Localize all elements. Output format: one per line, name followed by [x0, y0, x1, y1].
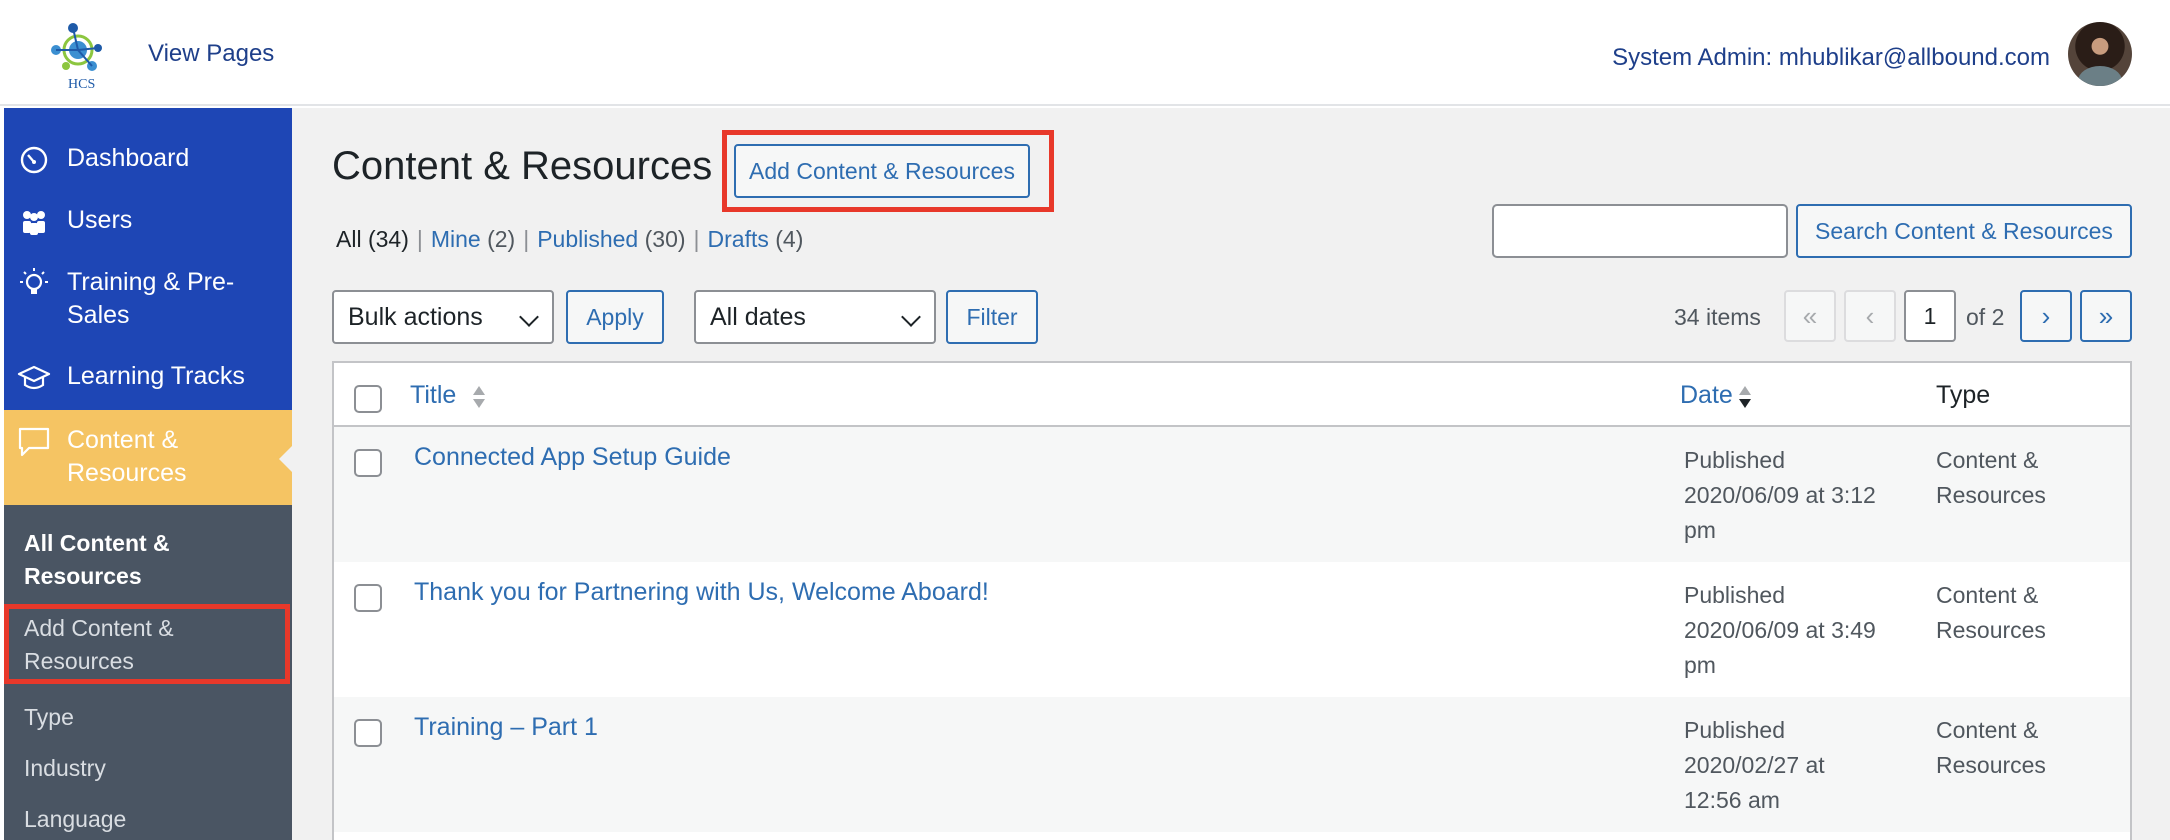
search-input[interactable]	[1492, 204, 1788, 258]
view-drafts[interactable]: Drafts	[708, 226, 769, 252]
submenu-language[interactable]: Language	[24, 803, 126, 836]
row-date: Published 2020/06/09 at 3:12 pm	[1684, 447, 1876, 543]
view-mine[interactable]: Mine	[431, 226, 481, 252]
sidebar-item-content-resources[interactable]: Content & Resources	[4, 410, 292, 506]
prev-page-button: ‹	[1844, 290, 1896, 342]
submenu-all-content[interactable]: All Content & Resources	[24, 527, 224, 593]
row-title-link[interactable]: Training – Part 1	[414, 713, 598, 742]
admin-sidebar: Dashboard Users Training & Pre-Sales Lea…	[4, 108, 292, 840]
avatar[interactable]	[2068, 22, 2132, 86]
row-date: Published 2020/02/27 at 12:56 am	[1684, 717, 1825, 813]
row-title-link[interactable]: Thank you for Partnering with Us, Welcom…	[414, 578, 989, 607]
chevron-down-icon	[901, 307, 921, 327]
row-checkbox[interactable]	[354, 719, 382, 747]
row-title-link[interactable]: Connected App Setup Guide	[414, 443, 731, 472]
top-bar: HCS View Pages System Admin: mhublikar@a…	[0, 0, 2170, 106]
view-published[interactable]: Published	[537, 226, 638, 252]
row-type: Content & Resources	[1936, 582, 2046, 643]
sidebar-item-label: Training & Pre-Sales	[67, 268, 235, 329]
sort-desc-icon	[1739, 386, 1751, 408]
sidebar-item-label: Content & Resources	[67, 426, 187, 487]
users-icon	[16, 204, 52, 240]
next-page-button[interactable]: ›	[2020, 290, 2072, 342]
items-count: 34 items	[1674, 304, 1761, 330]
sidebar-item-label: Learning Tracks	[67, 362, 245, 390]
sidebar-item-training[interactable]: Training & Pre-Sales	[4, 266, 292, 336]
row-checkbox[interactable]	[354, 449, 382, 477]
table-row: Connected App Setup Guide Published 2020/…	[334, 427, 2130, 562]
row-checkbox[interactable]	[354, 584, 382, 612]
search-button[interactable]: Search Content & Resources	[1796, 204, 2132, 258]
sort-icon	[473, 386, 485, 408]
submenu-add-content[interactable]: Add Content & Resources	[24, 612, 224, 678]
row-date: Published 2020/06/09 at 3:49 pm	[1684, 582, 1876, 678]
total-pages: of 2	[1966, 304, 2005, 330]
main-content: Content & Resources Add Content & Resour…	[292, 108, 2170, 840]
view-filters: All (34) | Mine (2) | Published (30) | Drafts …	[336, 226, 804, 252]
graduation-cap-icon	[16, 360, 52, 396]
view-all[interactable]: All (34)	[336, 226, 409, 252]
current-page-input[interactable]	[1904, 290, 1956, 342]
submenu-industry[interactable]: Industry	[24, 752, 106, 785]
select-all-checkbox[interactable]	[354, 385, 382, 413]
dashboard-icon	[16, 142, 52, 178]
sidebar-item-label: Users	[67, 206, 133, 234]
lightbulb-icon	[16, 266, 52, 302]
add-content-button[interactable]: Add Content & Resources	[734, 144, 1030, 198]
user-info[interactable]: System Admin: mhublikar@allbound.com	[1612, 44, 2050, 72]
bulk-actions-select[interactable]: Bulk actions	[332, 290, 554, 344]
svg-text:HCS: HCS	[68, 77, 95, 92]
submenu-type[interactable]: Type	[24, 701, 74, 734]
row-type: Content & Resources	[1936, 717, 2046, 778]
table-row: Training – Part 1 Published 2020/02/27 at…	[334, 697, 2130, 832]
last-page-button[interactable]: »	[2080, 290, 2132, 342]
sidebar-item-dashboard[interactable]: Dashboard	[4, 142, 292, 186]
hcs-logo[interactable]: HCS	[44, 20, 112, 92]
sidebar-submenu: All Content & Resources Add Content & Re…	[4, 505, 292, 840]
column-type: Type	[1936, 381, 1991, 409]
sidebar-item-label: Dashboard	[67, 144, 190, 172]
column-date[interactable]: Date	[1680, 381, 1733, 410]
filter-button[interactable]: Filter	[946, 290, 1038, 344]
speech-bubble-icon	[16, 424, 52, 460]
page-title: Content & Resources	[332, 144, 713, 188]
sidebar-item-users[interactable]: Users	[4, 204, 292, 248]
table-row: Thank you for Partnering with Us, Welcom…	[334, 562, 2130, 697]
column-title[interactable]: Title	[410, 381, 456, 410]
row-type: Content & Resources	[1936, 447, 2046, 508]
content-table: Title Date Type Connected App Setup Guid…	[332, 361, 2132, 840]
view-pages-link[interactable]: View Pages	[148, 40, 274, 68]
chevron-down-icon	[519, 307, 539, 327]
apply-button[interactable]: Apply	[566, 290, 664, 344]
date-filter-select[interactable]: All dates	[694, 290, 936, 344]
first-page-button: «	[1784, 290, 1836, 342]
sidebar-item-learning-tracks[interactable]: Learning Tracks	[4, 360, 292, 404]
table-header: Title Date Type	[334, 363, 2130, 427]
